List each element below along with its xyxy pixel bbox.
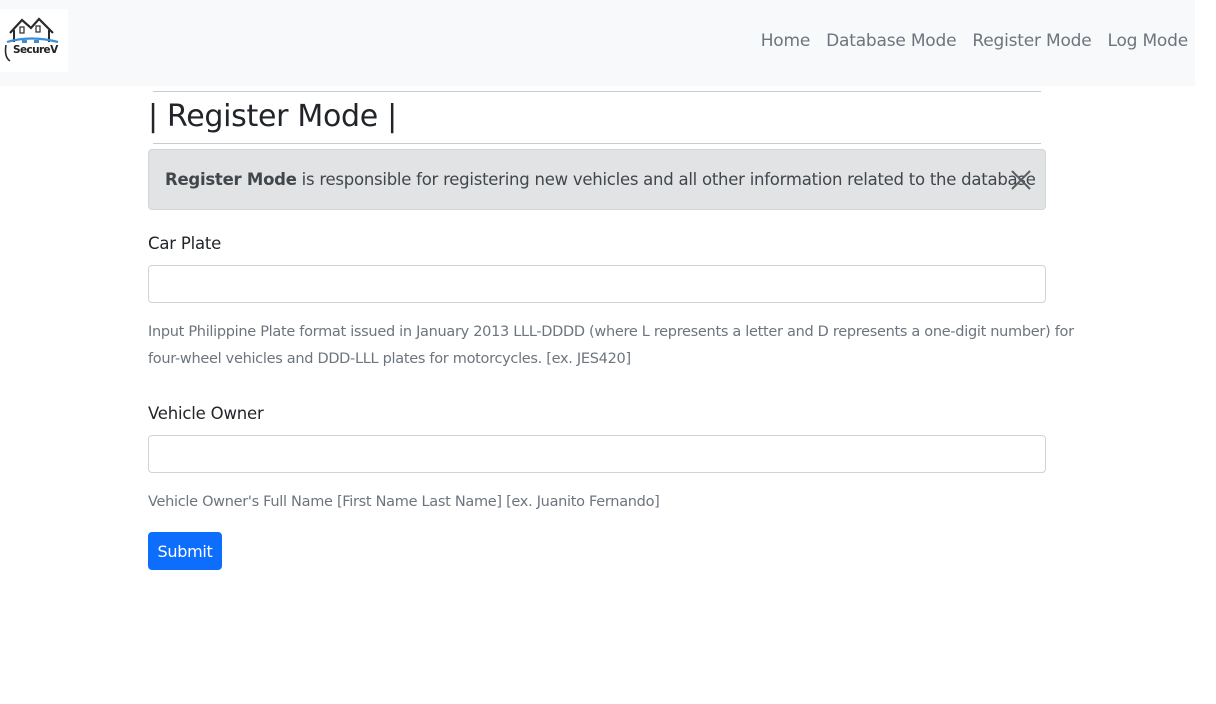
alert-strong-text: Register Mode [165,170,297,189]
submit-button[interactable]: Submit [148,532,222,570]
alert-message: Register Mode is responsible for registe… [165,169,1036,191]
car-plate-help-line1: Input Philippine Plate format issued in … [148,324,1074,340]
heading-bottom-divider [153,143,1041,144]
page-title: | Register Mode | [148,99,397,134]
nav-link-register-mode[interactable]: Register Mode [964,29,1099,53]
car-plate-help: Input Philippine Plate format issued in … [148,319,1074,373]
close-icon[interactable] [1009,168,1033,192]
vehicle-owner-label: Vehicle Owner [148,404,264,423]
brand-logo[interactable]: SecureV [0,9,68,72]
nav-link-home[interactable]: Home [753,29,818,53]
vehicle-owner-input[interactable] [148,435,1046,473]
nav-link-database-mode[interactable]: Database Mode [818,29,964,53]
navbar: SecureV Home Database Mode Register Mode… [0,0,1195,86]
info-alert: Register Mode is responsible for registe… [148,149,1046,210]
brand-text: SecureV [13,44,58,56]
car-plate-input[interactable] [148,265,1046,303]
alert-body-text: is responsible for registering new vehic… [296,170,1036,189]
nav-links: Home Database Mode Register Mode Log Mod… [753,29,1188,53]
close-x-icon [1011,170,1031,190]
heading-top-divider [153,91,1041,92]
car-plate-label: Car Plate [148,234,222,253]
nav-link-log-mode[interactable]: Log Mode [1100,29,1189,53]
house-logo-icon [4,17,59,62]
vehicle-owner-help: Vehicle Owner's Full Name [First Name La… [148,494,660,510]
car-plate-help-line2: four-wheel vehicles and DDD-LLL plates f… [148,351,631,367]
